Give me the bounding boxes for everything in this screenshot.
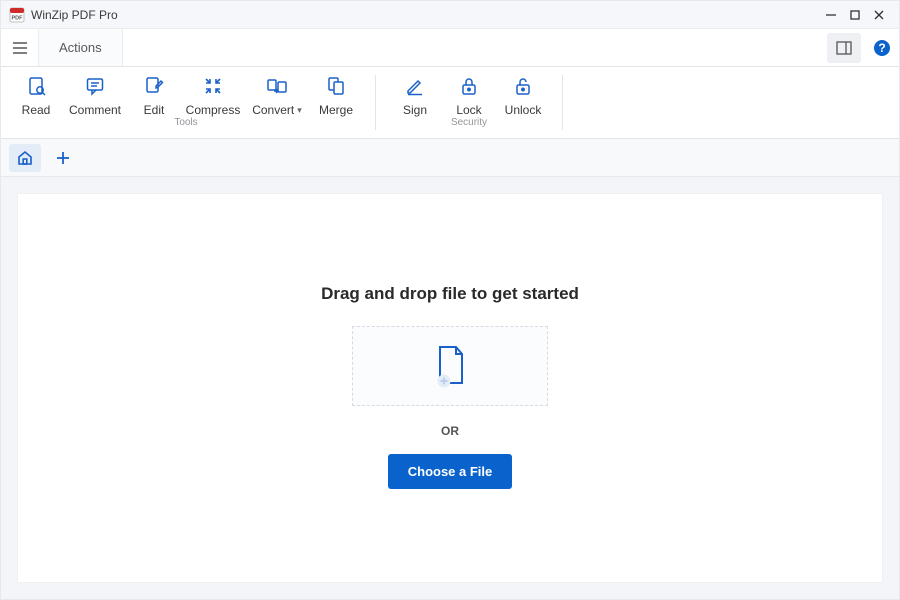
content-canvas: Drag and drop file to get started OR Cho…	[1, 177, 899, 599]
app-icon: PDF	[9, 7, 25, 23]
chevron-down-icon: ▾	[297, 105, 302, 116]
svg-text:PDF: PDF	[12, 15, 24, 21]
unlock-icon	[514, 75, 532, 97]
sign-icon	[405, 75, 425, 97]
help-icon: ?	[873, 39, 891, 57]
lock-icon	[460, 75, 478, 97]
tool-sign-label: Sign	[403, 103, 427, 117]
window-close-button[interactable]	[867, 3, 891, 27]
menu-bar: Actions ?	[1, 29, 899, 67]
tool-unlock[interactable]: Unlock	[496, 73, 550, 117]
window-maximize-button[interactable]	[843, 3, 867, 27]
tool-compress-label: Compress	[186, 103, 241, 117]
home-icon	[16, 149, 34, 167]
group-tools-label: Tools	[1, 117, 371, 131]
hamburger-button[interactable]	[1, 29, 39, 66]
ribbon-divider-2	[562, 75, 563, 130]
minimize-icon	[826, 10, 836, 20]
group-security: Sign Lock Unlock Security	[380, 67, 558, 138]
hamburger-icon	[12, 41, 28, 55]
merge-icon	[326, 75, 346, 97]
compress-icon	[203, 75, 223, 97]
tool-sign[interactable]: Sign	[388, 73, 442, 117]
tool-compress[interactable]: Compress	[181, 73, 245, 117]
panel-toggle-button[interactable]	[827, 33, 861, 63]
window-minimize-button[interactable]	[819, 3, 843, 27]
drop-headline: Drag and drop file to get started	[321, 284, 579, 304]
read-icon	[26, 75, 46, 97]
tool-lock[interactable]: Lock	[442, 73, 496, 117]
help-button[interactable]: ?	[865, 29, 899, 66]
svg-text:?: ?	[878, 41, 885, 55]
edit-icon	[144, 75, 164, 97]
new-tab-button[interactable]	[47, 144, 79, 172]
tab-actions[interactable]: Actions	[39, 29, 123, 66]
group-security-label: Security	[380, 117, 558, 131]
convert-icon	[266, 75, 288, 97]
plus-icon	[55, 150, 71, 166]
tool-comment[interactable]: Comment	[63, 73, 127, 117]
home-tab-button[interactable]	[9, 144, 41, 172]
ribbon-divider	[375, 75, 376, 130]
or-separator: OR	[441, 424, 459, 438]
group-tools: Read Comment Edit	[1, 67, 371, 138]
app-title: WinZip PDF Pro	[31, 8, 118, 22]
tool-merge-label: Merge	[319, 103, 353, 117]
app-window: PDF WinZip PDF Pro Actions ?	[0, 0, 900, 600]
tool-convert[interactable]: Convert▾	[245, 73, 309, 117]
panel-icon	[836, 41, 852, 55]
tool-edit-label: Edit	[144, 103, 165, 117]
tool-read[interactable]: Read	[9, 73, 63, 117]
start-card: Drag and drop file to get started OR Cho…	[17, 193, 883, 583]
comment-icon	[85, 75, 105, 97]
document-tabstrip	[1, 139, 899, 177]
tool-unlock-label: Unlock	[505, 103, 542, 117]
drop-zone[interactable]	[352, 326, 548, 406]
tool-edit[interactable]: Edit	[127, 73, 181, 117]
tool-comment-label: Comment	[69, 103, 121, 117]
file-add-icon	[430, 343, 470, 389]
tool-read-label: Read	[22, 103, 51, 117]
tool-convert-label: Convert▾	[252, 103, 302, 117]
tool-merge[interactable]: Merge	[309, 73, 363, 117]
choose-file-button[interactable]: Choose a File	[388, 454, 513, 489]
tool-lock-label: Lock	[456, 103, 481, 117]
ribbon-toolbar: Read Comment Edit	[1, 67, 899, 139]
title-bar: PDF WinZip PDF Pro	[1, 1, 899, 29]
close-icon	[874, 10, 884, 20]
maximize-icon	[850, 10, 860, 20]
